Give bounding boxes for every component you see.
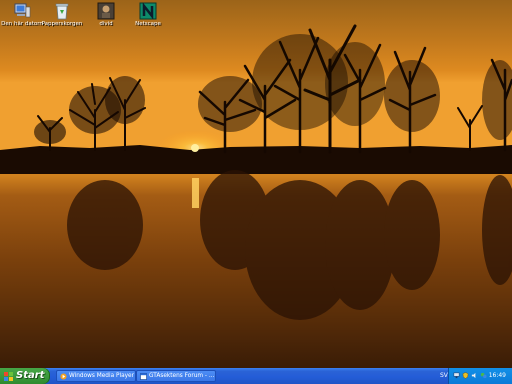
my-computer-desktop-icon[interactable]: Den här datorn — [0, 0, 44, 28]
desktop-icon-label: Papperskorgen — [41, 21, 83, 27]
task-button-gtasektens-forum[interactable]: GTAsektens Forum - ... — [136, 370, 216, 382]
browser-window-icon — [140, 373, 147, 380]
security-shield-icon[interactable] — [462, 372, 469, 379]
desktop: Den här datorn Papperskorgen divid Netsc… — [0, 0, 512, 368]
video-file-icon — [97, 2, 115, 20]
task-button-windows-media-player[interactable]: Windows Media Player — [56, 370, 136, 382]
netscape-desktop-icon[interactable]: Netscape — [126, 0, 170, 28]
network-icon[interactable] — [453, 372, 460, 379]
start-button[interactable]: Start — [0, 368, 50, 384]
system-tray: 16:49 — [448, 368, 512, 384]
desktop-icon-label: Netscape — [135, 21, 161, 27]
my-computer-icon — [14, 3, 31, 18]
language-indicator[interactable]: SV — [440, 371, 448, 381]
media-player-icon — [60, 373, 67, 380]
desktop-icon-label: Den här datorn — [1, 21, 43, 27]
netscape-icon — [139, 2, 157, 20]
clock[interactable]: 16:49 — [489, 371, 506, 381]
windows-logo-icon — [4, 372, 13, 381]
desktop-icon-label: divid — [99, 21, 113, 27]
messenger-icon[interactable] — [480, 372, 487, 379]
recycle-bin-desktop-icon[interactable]: Papperskorgen — [40, 0, 84, 28]
divid-desktop-icon[interactable]: divid — [84, 0, 128, 28]
volume-icon[interactable] — [471, 372, 478, 379]
task-label: GTAsektens Forum - ... — [149, 373, 215, 379]
recycle-bin-icon — [55, 3, 69, 20]
start-label: Start — [16, 370, 45, 381]
taskbar: Start Windows Media Player GTAsektens Fo… — [0, 368, 512, 384]
task-label: Windows Media Player — [69, 373, 135, 379]
sunset-lake-wallpaper — [0, 0, 512, 368]
